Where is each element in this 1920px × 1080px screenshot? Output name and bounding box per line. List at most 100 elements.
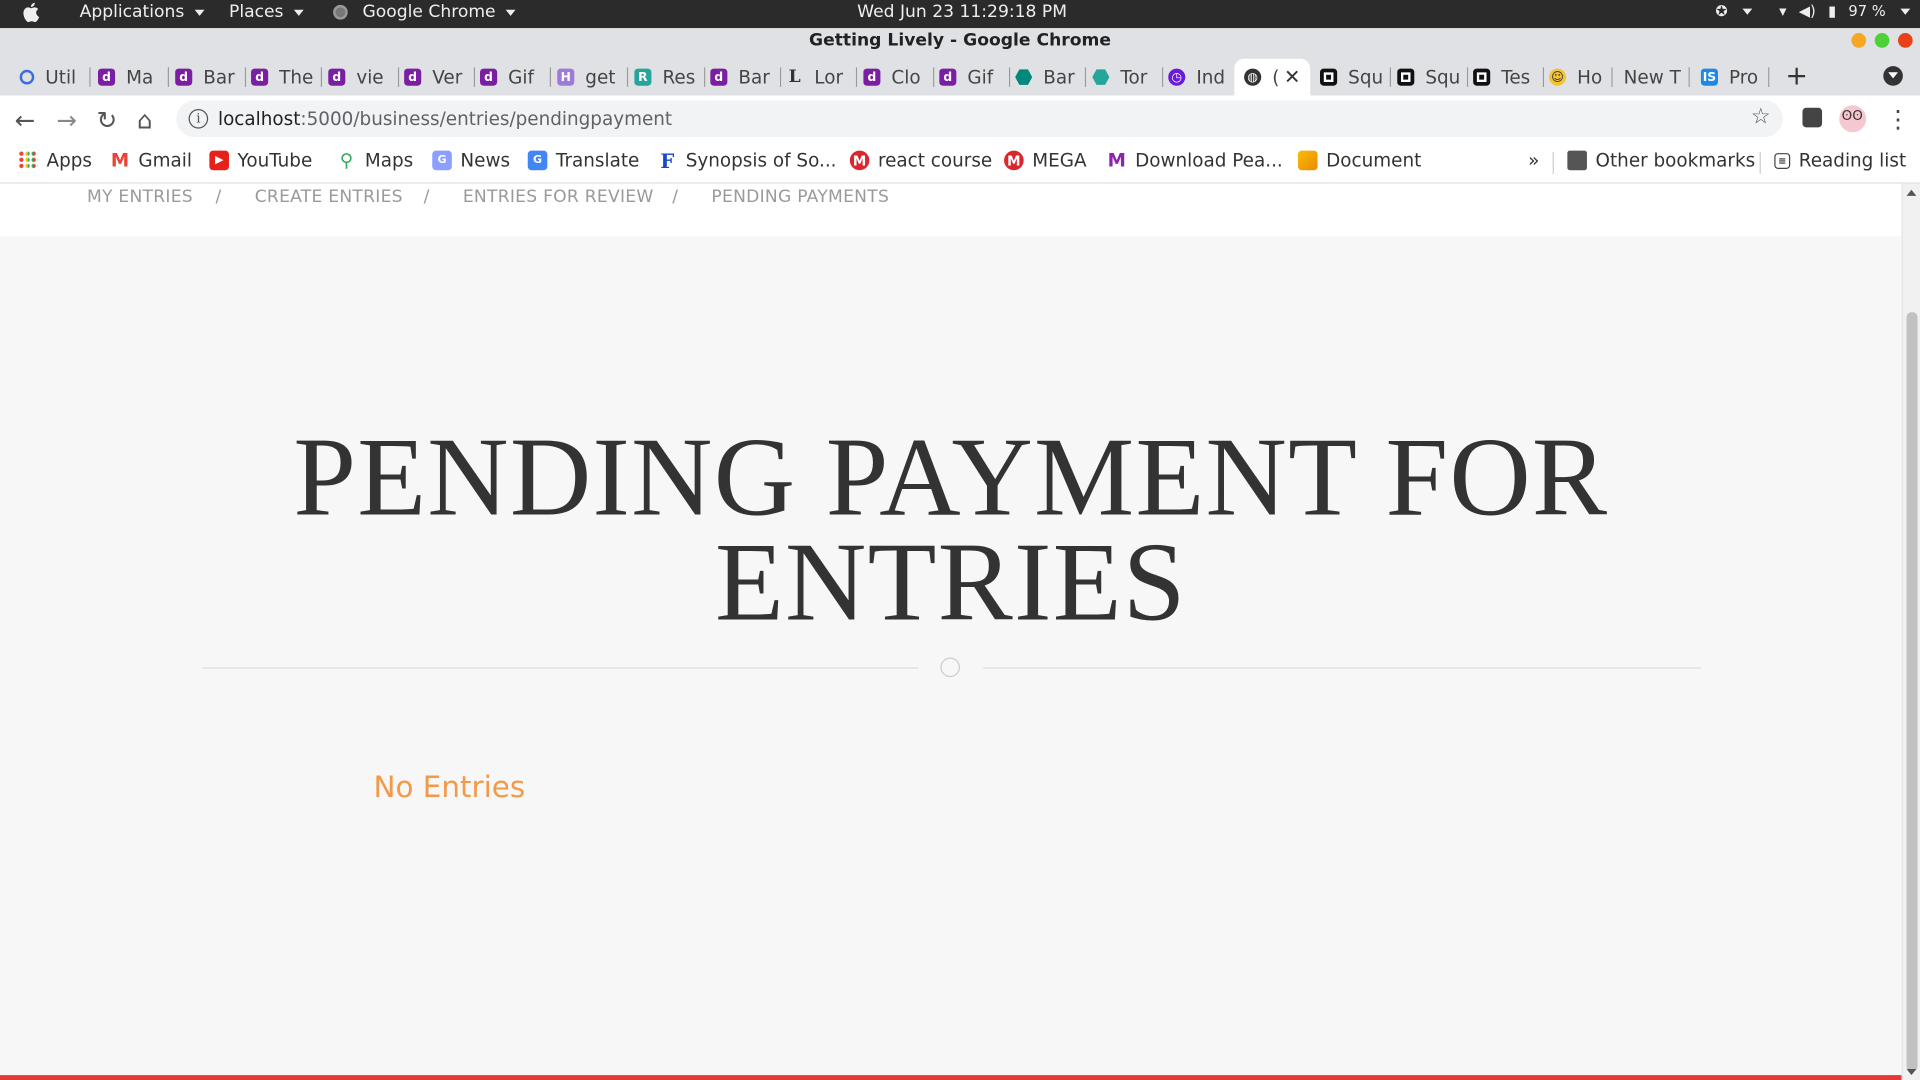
browser-tab[interactable]: R Res [634,59,706,96]
profile-avatar[interactable] [1839,105,1867,133]
clock[interactable]: Wed Jun 23 11:29:18 PM [857,2,1067,22]
browser-tab[interactable]: ◷ Ind [1168,59,1237,96]
browser-tab[interactable]: d Gif [939,59,1011,96]
bookmark-apps[interactable]: Apps [18,149,92,171]
close-window-button[interactable] [1897,33,1913,48]
home-icon[interactable]: ⌂ [137,105,153,134]
browser-tab[interactable]: L Lor [786,59,858,96]
page-content: MY ENTRIES / CREATE ENTRIES / ENTRIES FO… [0,183,1902,1080]
extensions-puzzle-icon[interactable] [1802,107,1823,128]
maps-pin-icon: ⚲ [339,149,354,172]
empty-state-message: No Entries [373,770,526,805]
browser-tab[interactable]: d Bar [710,59,782,96]
browser-tab[interactable]: d The [251,59,323,96]
subnav-separator: / [423,187,430,207]
browser-tab[interactable]: d Bar [175,59,247,96]
m-logo-icon: M [1107,149,1126,172]
h-logo-icon: H [557,68,575,86]
divider [1759,151,1761,174]
forward-arrow-icon[interactable]: → [56,105,77,134]
hexagon-icon [1092,69,1110,85]
system-tray[interactable]: ✪ ▾ ◀) ▮ 97 % [1715,2,1911,20]
bookmark-news[interactable]: G News [432,149,510,171]
reload-icon[interactable]: ↻ [97,105,118,134]
browser-tab[interactable]: Util [19,59,91,96]
address-bar[interactable]: i localhost:5000/business/entries/pendin… [176,100,1783,138]
accessibility-icon[interactable]: ✪ [1715,2,1727,19]
bookmarks-overflow-button[interactable]: » [1528,149,1539,171]
subnav-pending-payments[interactable]: PENDING PAYMENTS [711,187,889,207]
browser-tab[interactable]: Squ [1397,59,1469,96]
tab-label: Clo [891,66,921,89]
tab-label: get [585,66,616,89]
bookmark-youtube[interactable]: ▶ YouTube [209,149,312,171]
bookmark-label: News [460,149,511,172]
tab-label: Tor [1120,66,1148,89]
url-path: :5000/business/entries/pendingpayment [300,107,673,130]
bookmark-label: Translate [555,149,640,172]
bookmark-label: Synopsis of So... [685,149,837,172]
browser-tab[interactable]: ☺ Ho [1548,59,1613,96]
browser-tab[interactable]: Tor [1092,59,1164,96]
url-text[interactable]: localhost:5000/business/entries/pendingp… [218,108,672,130]
d-logo-icon: d [251,68,269,86]
loading-spinner-icon [19,69,35,85]
more-menu-icon[interactable]: ⋮ [1886,104,1910,133]
browser-tab[interactable]: d Ma [97,59,169,96]
bookmark-translate[interactable]: G Translate [527,149,640,172]
browser-tab[interactable]: Tes [1473,59,1545,96]
page-title-line-1: PENDING PAYMENT FOR [293,413,1609,539]
footer-accent-line [0,1075,1902,1080]
other-bookmarks[interactable]: Other bookmarks [1567,149,1755,171]
app-menu[interactable]: Google Chrome [333,2,516,22]
scroll-down-icon[interactable] [1906,1068,1917,1076]
reading-list-label: Reading list [1798,149,1907,172]
browser-tab[interactable]: d vie [328,59,400,96]
close-tab-icon[interactable]: ✕ [1284,65,1300,88]
browser-tab[interactable]: d Gif [480,59,552,96]
browser-tab[interactable]: d Ver [404,59,476,96]
tab-label: Bar [1043,66,1075,89]
site-info-icon[interactable]: i [188,108,209,129]
tab-label: Bar [203,66,235,89]
bookmark-document[interactable]: Document [1297,149,1421,171]
subnav-create-entries[interactable]: CREATE ENTRIES [255,187,403,207]
browser-tab[interactable]: New T [1624,59,1690,96]
minimize-button[interactable] [1851,33,1867,48]
bookmark-star-icon[interactable]: ☆ [1751,104,1771,130]
browser-tab[interactable]: Hget [557,59,629,96]
subnav-my-entries[interactable]: MY ENTRIES [87,187,193,207]
tab-label: Tes [1501,66,1531,89]
new-tab-button[interactable]: + [1785,61,1808,92]
browser-tab[interactable]: IS Pro [1700,59,1770,96]
window-title: Getting Lively - Google Chrome [809,30,1112,51]
d-logo-icon: d [404,68,422,86]
back-arrow-icon[interactable]: ← [15,105,36,134]
bookmark-synopsis[interactable]: F Synopsis of So... [658,149,837,172]
reading-list[interactable]: ≡ Reading list [1774,149,1906,171]
scroll-up-icon[interactable] [1906,189,1917,196]
bookmark-label: react course [877,149,993,172]
bookmark-maps[interactable]: ⚲ Maps [337,149,413,172]
browser-tab[interactable]: d Clo [863,59,935,96]
wifi-icon: ▾ [1779,2,1787,20]
bookmark-react-course[interactable]: Mreact course [849,149,993,172]
maximize-button[interactable] [1874,33,1890,48]
places-menu[interactable]: Places [229,2,304,22]
tab-label: Pro [1728,66,1759,89]
apple-icon[interactable] [22,2,40,23]
bookmark-gmail[interactable]: M Gmail [110,149,192,171]
chrome-icon [333,4,348,20]
browser-tab[interactable]: Squ [1320,59,1392,96]
subnav-entries-for-review[interactable]: ENTRIES FOR REVIEW [463,187,654,207]
applications-menu[interactable]: Applications [80,2,204,22]
l-logo-icon: L [788,67,801,87]
browser-tab[interactable]: Bar [1015,59,1087,96]
browser-tab-active[interactable]: ◍ (✕ [1234,58,1311,96]
bookmark-download-pea[interactable]: M Download Pea... [1107,149,1283,171]
tab-search-icon[interactable] [1883,66,1903,86]
vertical-scrollbar[interactable] [1901,183,1920,1080]
scrollbar-thumb[interactable] [1906,312,1918,1072]
battery-percent: 97 % [1848,2,1886,20]
bookmark-mega[interactable]: M MEGA [1004,149,1087,171]
